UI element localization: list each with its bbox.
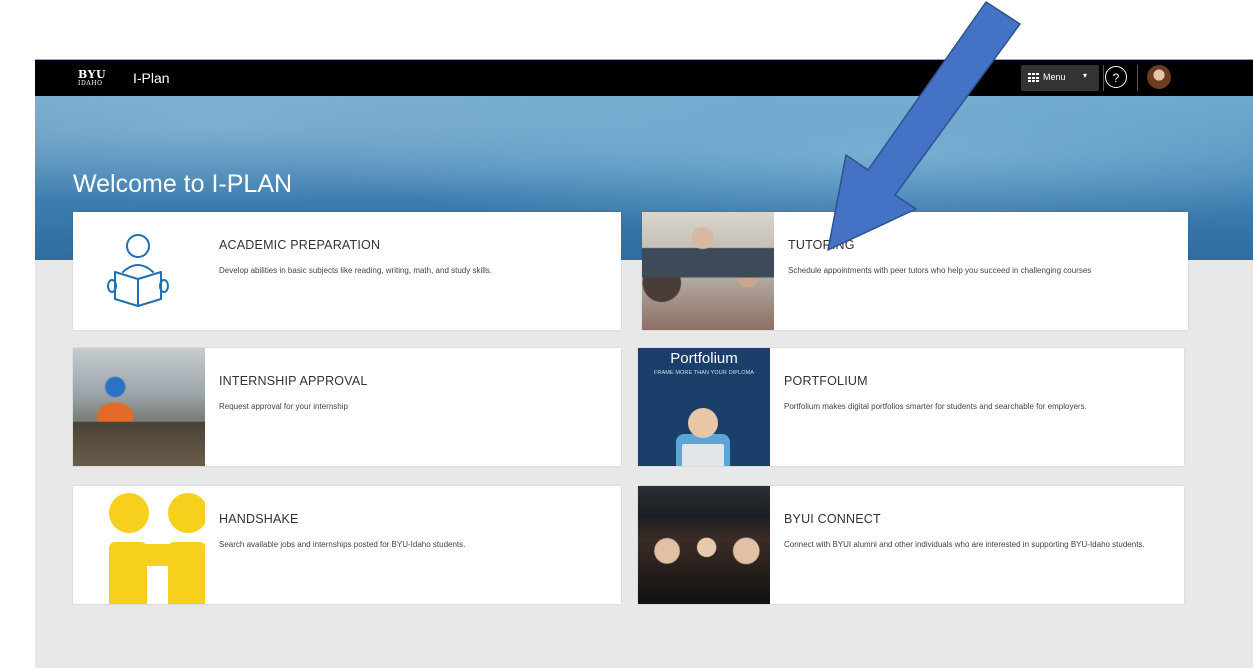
menu-label: Menu bbox=[1043, 72, 1066, 82]
reading-person-icon bbox=[107, 234, 169, 307]
menu-button[interactable]: Menu ▾ bbox=[1021, 65, 1099, 91]
card-title[interactable]: HANDSHAKE bbox=[219, 512, 611, 526]
card-tutoring[interactable]: TUTORING Schedule appointments with peer… bbox=[642, 212, 1188, 330]
card-title[interactable]: TUTORING bbox=[788, 238, 1178, 252]
graduates-photo bbox=[638, 486, 770, 604]
avatar[interactable] bbox=[1147, 65, 1171, 89]
chevron-down-icon: ▾ bbox=[1083, 71, 1088, 80]
card-internship-approval[interactable]: INTERNSHIP APPROVAL Request approval for… bbox=[73, 348, 621, 466]
card-title[interactable]: PORTFOLIUM bbox=[784, 374, 1174, 388]
byu-idaho-logo[interactable]: BYU IDAHO bbox=[78, 68, 107, 87]
grid-icon bbox=[1028, 73, 1039, 82]
card-academic-preparation[interactable]: ACADEMIC PREPARATION Develop abilities i… bbox=[73, 212, 621, 330]
divider bbox=[1103, 65, 1104, 91]
handshake-logo bbox=[73, 486, 205, 604]
card-handshake[interactable]: HANDSHAKE Search available jobs and inte… bbox=[73, 486, 621, 604]
top-navigation-bar: BYU IDAHO I-Plan Menu ▾ ? bbox=[35, 59, 1253, 96]
card-description: Develop abilities in basic subjects like… bbox=[219, 266, 493, 275]
divider bbox=[1137, 65, 1138, 91]
card-description: Search available jobs and internships po… bbox=[219, 540, 466, 549]
card-byui-connect[interactable]: BYUI CONNECT Connect with BYUI alumni an… bbox=[638, 486, 1184, 604]
card-description: Schedule appointments with peer tutors w… bbox=[788, 266, 1092, 275]
card-image bbox=[73, 212, 205, 330]
logo-main-text: BYU bbox=[78, 68, 107, 81]
tutoring-photo bbox=[642, 212, 774, 330]
page-title: Welcome to I-PLAN bbox=[73, 170, 293, 198]
logo-sub-text: IDAHO bbox=[78, 80, 103, 87]
card-portfolium[interactable]: Portfolium FRAME MORE THAN YOUR DIPLOMA … bbox=[638, 348, 1184, 466]
card-title[interactable]: INTERNSHIP APPROVAL bbox=[219, 374, 611, 388]
card-title[interactable]: ACADEMIC PREPARATION bbox=[219, 238, 611, 252]
card-description: Portfolium makes digital portfolios smar… bbox=[784, 402, 1087, 411]
person-head bbox=[688, 408, 718, 438]
card-description: Connect with BYUI alumni and other indiv… bbox=[784, 540, 1145, 549]
laptop-illustration bbox=[682, 444, 724, 466]
card-description: Request approval for your internship bbox=[219, 402, 348, 411]
portfolium-tagline: FRAME MORE THAN YOUR DIPLOMA bbox=[653, 370, 755, 376]
portfolium-logo-text: Portfolium bbox=[670, 350, 738, 367]
portfolium-image: Portfolium FRAME MORE THAN YOUR DIPLOMA bbox=[638, 348, 770, 466]
card-title[interactable]: BYUI CONNECT bbox=[784, 512, 1174, 526]
help-button[interactable]: ? bbox=[1105, 66, 1127, 88]
internship-photo bbox=[73, 348, 205, 466]
app-title[interactable]: I-Plan bbox=[133, 70, 170, 86]
